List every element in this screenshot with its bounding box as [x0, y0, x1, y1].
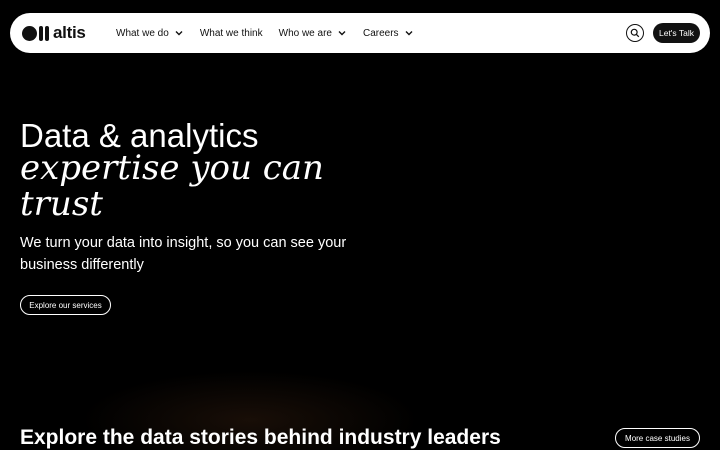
search-button[interactable] [626, 24, 644, 42]
logo-circle [22, 25, 37, 41]
nav-item-careers[interactable]: Careers [363, 28, 414, 39]
hero-heading-serif: expertise you can trust [20, 148, 324, 224]
logo-mark-icon [22, 25, 49, 41]
navbar: altis What we do What we think Who we ar… [10, 13, 710, 53]
nav-item-label: Who we are [278, 27, 332, 39]
main-nav: What we do What we think Who we are Care… [116, 13, 430, 53]
nav-item-label: Careers [362, 27, 399, 39]
logo-bar [45, 25, 49, 41]
nav-item-what-we-think[interactable]: What we think [200, 28, 263, 39]
lets-talk-button[interactable]: Let's Talk [653, 23, 700, 43]
nav-item-label: What we think [199, 27, 263, 39]
brand-name: altis [53, 23, 86, 42]
chevron-down-icon [405, 31, 413, 36]
search-icon [630, 28, 640, 38]
case-studies-title: Explore the data stories behind industry… [20, 426, 501, 449]
nav-item-what-we-do[interactable]: What we do [116, 28, 184, 39]
brand-logo[interactable]: altis [22, 23, 86, 42]
nav-item-label: What we do [116, 27, 169, 39]
nav-item-who-we-are[interactable]: Who we are [279, 28, 347, 39]
chevron-down-icon [338, 31, 346, 36]
explore-services-button[interactable]: Explore our services [20, 295, 111, 315]
more-case-studies-button[interactable]: More case studies [615, 428, 700, 448]
chevron-down-icon [175, 31, 183, 36]
hero-subtitle: We turn your data into insight, so you c… [20, 235, 347, 273]
logo-bar [39, 25, 43, 41]
